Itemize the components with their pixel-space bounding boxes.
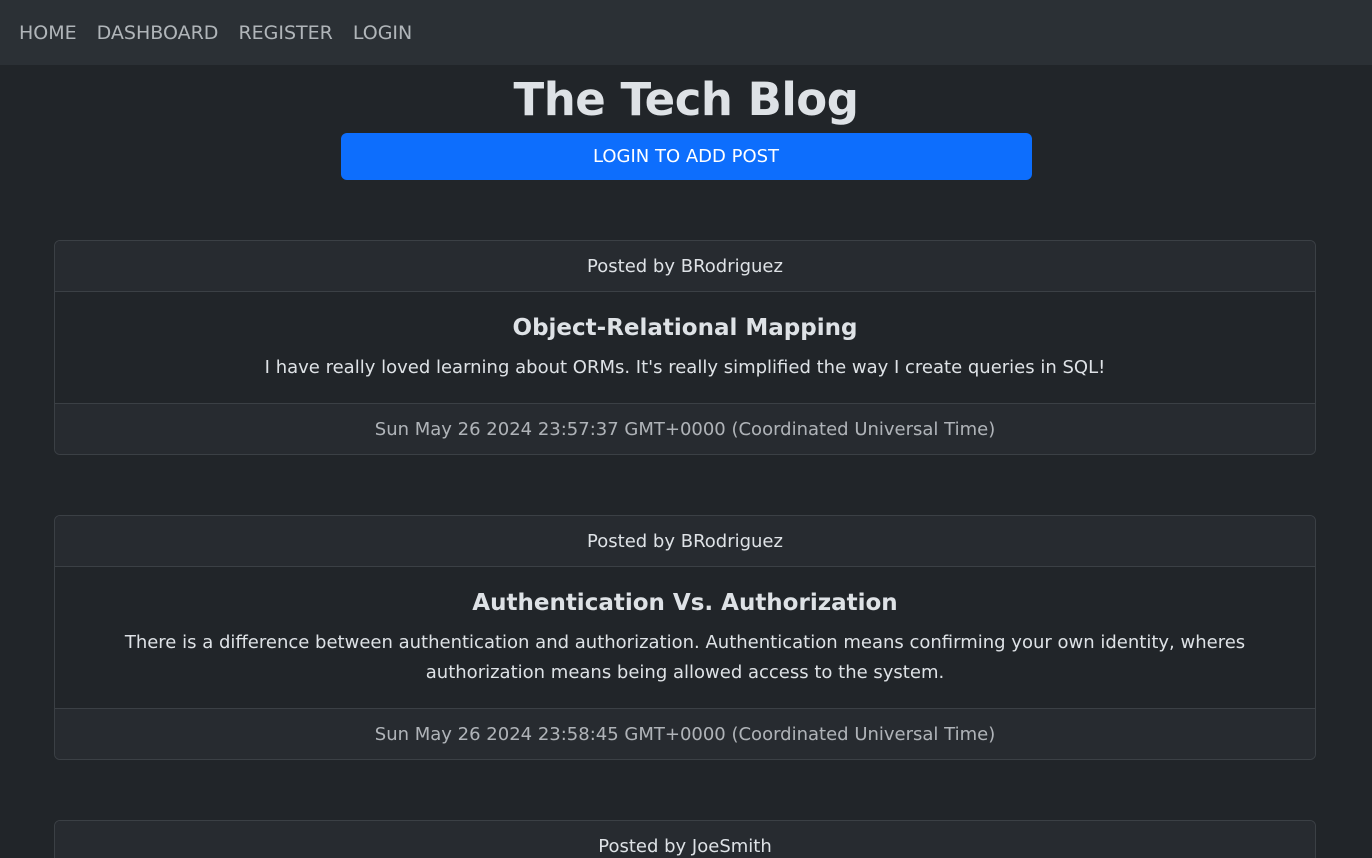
post-list: Posted by BRodriguez Object-Relational M… (0, 240, 1372, 858)
navbar: HOME DASHBOARD REGISTER LOGIN (0, 0, 1372, 65)
post-card[interactable]: Posted by BRodriguez Object-Relational M… (54, 240, 1316, 455)
page-title: The Tech Blog (513, 73, 859, 126)
post-date: Sun May 26 2024 23:57:37 GMT+0000 (Coord… (55, 403, 1315, 454)
post-content: There is a difference between authentica… (124, 632, 1246, 683)
post-date: Sun May 26 2024 23:58:45 GMT+0000 (Coord… (55, 708, 1315, 759)
post-card[interactable]: Posted by BRodriguez Authentication Vs. … (54, 515, 1316, 760)
nav-link-register[interactable]: REGISTER (238, 22, 332, 44)
post-author: Posted by BRodriguez (55, 241, 1315, 292)
post-title: Object-Relational Mapping (512, 315, 858, 341)
post-content: I have really loved learning about ORMs.… (264, 357, 1106, 378)
nav-link-dashboard[interactable]: DASHBOARD (97, 22, 219, 44)
nav-link-login[interactable]: LOGIN (353, 22, 412, 44)
login-to-add-post-button[interactable]: LOGIN TO ADD POST (340, 133, 1032, 180)
post-author: Posted by BRodriguez (55, 516, 1315, 567)
post-author: Posted by JoeSmith (55, 821, 1315, 858)
post-body: Authentication Vs. Authorization There i… (55, 567, 1315, 708)
nav-link-home[interactable]: HOME (19, 22, 77, 44)
post-title: Authentication Vs. Authorization (472, 590, 898, 616)
post-body: Object-Relational Mapping I have really … (55, 292, 1315, 403)
post-card[interactable]: Posted by JoeSmith (54, 820, 1316, 858)
